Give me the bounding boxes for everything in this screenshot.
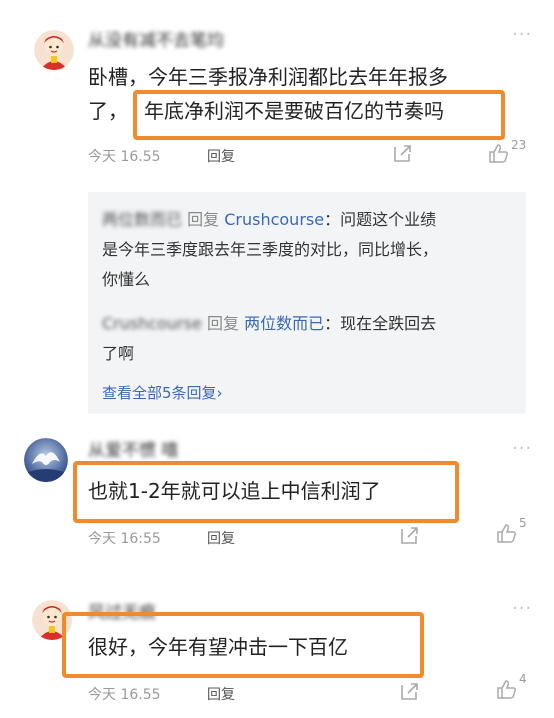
reply-word: 回复 <box>206 314 239 333</box>
reply-text: 了啊 <box>102 344 135 363</box>
view-all-label: 查看全部5条回复 <box>102 384 217 402</box>
chevron-right-icon: › <box>216 384 223 402</box>
reply-mention[interactable]: 两位数而已 <box>244 314 324 333</box>
more-options-icon[interactable]: ··· <box>512 598 532 619</box>
more-options-icon[interactable]: ··· <box>512 438 532 459</box>
reply-1-line-1: 两位数而已 回复 Crushcourse：问题这个业绩 <box>102 206 436 234</box>
timestamp: 今天 16.55 <box>88 687 161 703</box>
reply-text: 是今年三季度跟去年三季度的对比，同比增长， <box>102 240 439 259</box>
reply-username[interactable]: 两位数而已 <box>102 210 182 229</box>
reply-mention[interactable]: Crushcourse <box>224 210 324 229</box>
timestamp: 今天 16.55 <box>88 149 161 165</box>
like-count: 23 <box>511 138 527 152</box>
reply-text: 问题这个业绩 <box>340 210 437 229</box>
share-icon[interactable] <box>398 524 420 546</box>
highlight-box <box>62 612 424 678</box>
reply-panel: 两位数而已 回复 Crushcourse：问题这个业绩 是今年三季度跟去年三季度… <box>88 192 526 414</box>
reply-2-line-1: Crushcourse 回复 两位数而已：现在全跌回去 <box>102 310 436 338</box>
like-icon[interactable] <box>488 142 510 164</box>
username[interactable]: 从没有减不去笔均 <box>88 26 224 51</box>
reply-button[interactable]: 回复 <box>207 528 235 548</box>
share-icon[interactable] <box>398 680 420 702</box>
highlight-box <box>133 90 505 140</box>
like-count: 5 <box>519 516 527 530</box>
avatar[interactable] <box>24 438 68 482</box>
reply-button[interactable]: 回复 <box>207 684 235 704</box>
reply-colon: ： <box>324 314 341 333</box>
reply-button[interactable]: 回复 <box>207 146 235 166</box>
reply-text: 你懂么 <box>102 270 151 289</box>
like-icon[interactable] <box>496 522 518 544</box>
view-all-replies-link[interactable]: 查看全部5条回复› <box>102 382 223 403</box>
timestamp: 今天 16:55 <box>88 531 161 547</box>
share-icon[interactable] <box>391 142 413 164</box>
avatar[interactable] <box>34 30 74 70</box>
reply-text: 现在全跌回去 <box>340 314 437 333</box>
more-options-icon[interactable]: ··· <box>512 24 532 45</box>
reply-word: 回复 <box>187 210 220 229</box>
username[interactable]: 从爱不惯 嘻 <box>88 436 178 461</box>
like-count: 4 <box>519 672 527 686</box>
reply-colon: ： <box>324 210 341 229</box>
comment-text: 卧槽，今年三季报净利润都比去年年报多 <box>88 65 448 89</box>
comment-text-prefix: 了， <box>88 99 128 123</box>
reply-username[interactable]: Crushcourse <box>102 314 202 333</box>
like-icon[interactable] <box>496 678 518 700</box>
highlight-box <box>73 461 459 523</box>
